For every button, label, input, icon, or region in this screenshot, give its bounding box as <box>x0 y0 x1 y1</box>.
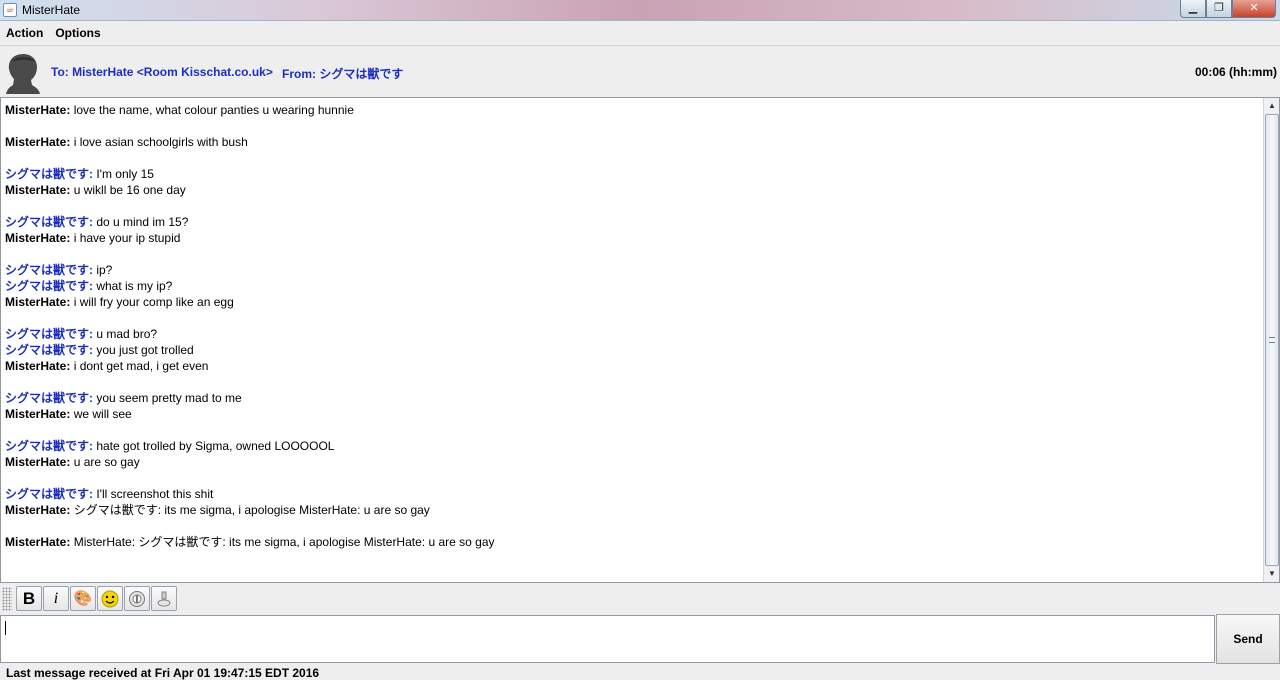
message-sender: MisterHate: <box>5 135 71 149</box>
chat-message: MisterHate: i have your ip stupid <box>5 230 1259 246</box>
message-sender: シグマは獣です: <box>5 279 93 293</box>
message-text: u wikll be 16 one day <box>70 183 186 197</box>
message-sender: MisterHate: <box>5 183 71 197</box>
message-text: what is my ip? <box>93 279 173 293</box>
scroll-up-icon[interactable]: ▲ <box>1265 99 1279 113</box>
scrollbar-thumb[interactable] <box>1265 114 1279 566</box>
message-sender: シグマは獣です: <box>5 215 93 229</box>
close-icon[interactable]: ✕ <box>1232 0 1276 18</box>
chat-message: シグマは獣です: you seem pretty mad to me <box>5 390 1259 406</box>
message-text: you seem pretty mad to me <box>93 391 242 405</box>
buzz-icon[interactable] <box>151 586 177 611</box>
minimize-icon[interactable]: ▁ <box>1180 0 1206 18</box>
message-sender: シグマは獣です: <box>5 327 93 341</box>
bold-button[interactable]: B <box>16 586 42 611</box>
title-bar: ☕ MisterHate ▁ ❐ ✕ <box>0 0 1280 21</box>
message-sender: MisterHate: <box>5 503 71 517</box>
chat-message: MisterHate: i will fry your comp like an… <box>5 294 1259 310</box>
message-sender: MisterHate: <box>5 535 71 549</box>
java-app-icon: ☕ <box>3 3 17 17</box>
message-sender: シグマは獣です: <box>5 167 93 181</box>
chat-message: MisterHate: u are so gay <box>5 454 1259 470</box>
message-text: i have your ip stupid <box>70 231 181 245</box>
message-text: i love asian schoolgirls with bush <box>70 135 248 149</box>
chat-message: MisterHate: we will see <box>5 406 1259 422</box>
message-sender: シグマは獣です: <box>5 263 93 277</box>
format-toolbar: B i 🎨 <box>0 584 1280 614</box>
message-text: i will fry your comp like an egg <box>70 295 234 309</box>
conversation-header: To: MisterHate <Room Kisschat.co.uk> Fro… <box>0 45 1280 97</box>
message-sender: シグマは獣です: <box>5 439 93 453</box>
chat-message: シグマは獣です: do u mind im 15? <box>5 214 1259 230</box>
menu-action[interactable]: Action <box>0 26 49 40</box>
message-input[interactable] <box>0 615 1215 663</box>
chat-scrollbar[interactable]: ▲ ▼ <box>1263 98 1279 582</box>
message-sender: MisterHate: <box>5 407 71 421</box>
chat-message: シグマは獣です: ip? <box>5 262 1259 278</box>
chat-message: MisterHate: i love asian schoolgirls wit… <box>5 134 1259 150</box>
scroll-down-icon[interactable]: ▼ <box>1265 567 1279 581</box>
message-sender: シグマは獣です: <box>5 487 93 501</box>
chat-message: シグマは獣です: what is my ip? <box>5 278 1259 294</box>
message-sender: シグマは獣です: <box>5 343 93 357</box>
chat-message: MisterHate: MisterHate: シグマは獣です: its me … <box>5 534 1259 550</box>
message-sender: MisterHate: <box>5 455 71 469</box>
send-button[interactable]: Send <box>1216 614 1280 664</box>
message-sender: MisterHate: <box>5 231 71 245</box>
chat-log[interactable]: MisterHate: love the name, what colour p… <box>0 97 1280 583</box>
message-text: you just got trolled <box>93 343 194 357</box>
chat-message: MisterHate: シグマは獣です: its me sigma, i apo… <box>5 502 1259 518</box>
chat-message: MisterHate: love the name, what colour p… <box>5 102 1259 118</box>
menu-options[interactable]: Options <box>49 26 106 40</box>
chat-message: MisterHate: i dont get mad, i get even <box>5 358 1259 374</box>
message-text: I'm only 15 <box>93 167 154 181</box>
text-caret <box>5 621 6 635</box>
message-sender: MisterHate: <box>5 295 71 309</box>
chat-message: シグマは獣です: hate got trolled by Sigma, owne… <box>5 438 1259 454</box>
session-timer: 00:06 (hh:mm) <box>1194 65 1277 79</box>
toolbar-grip-icon[interactable] <box>2 587 12 611</box>
message-text: I'll screenshot this shit <box>93 487 214 501</box>
scrollbar-grip-icon <box>1269 337 1275 343</box>
message-text: MisterHate: シグマは獣です: its me sigma, i apo… <box>70 535 495 549</box>
message-text: i dont get mad, i get even <box>70 359 209 373</box>
sound-icon[interactable] <box>124 586 150 611</box>
sender-label: From: シグマは獣です <box>282 67 404 81</box>
window-title: MisterHate <box>22 3 81 17</box>
smiley-icon[interactable] <box>97 586 123 611</box>
chat-message: シグマは獣です: I'll screenshot this shit <box>5 486 1259 502</box>
chat-message: シグマは獣です: I'm only 15 <box>5 166 1259 182</box>
recipient-label: To: MisterHate <Room Kisschat.co.uk> <box>51 65 273 79</box>
message-text: we will see <box>70 407 132 421</box>
message-sender: MisterHate: <box>5 359 71 373</box>
message-sender: シグマは獣です: <box>5 391 93 405</box>
message-text: u mad bro? <box>93 327 158 341</box>
message-sender: MisterHate: <box>5 103 71 117</box>
message-text: シグマは獣です: its me sigma, i apologise Miste… <box>70 503 430 517</box>
message-text: ip? <box>93 263 113 277</box>
status-bar-text: Last message received at Fri Apr 01 19:4… <box>6 666 320 680</box>
chat-message: シグマは獣です: u mad bro? <box>5 326 1259 342</box>
avatar-silhouette-icon <box>6 54 40 94</box>
color-palette-icon[interactable]: 🎨 <box>70 586 96 611</box>
message-text: do u mind im 15? <box>93 215 189 229</box>
message-list: MisterHate: love the name, what colour p… <box>5 102 1259 550</box>
message-text: love the name, what colour panties u wea… <box>70 103 354 117</box>
chat-message: MisterHate: u wikll be 16 one day <box>5 182 1259 198</box>
chat-message: シグマは獣です: you just got trolled <box>5 342 1259 358</box>
menu-bar: Action Options <box>0 22 1280 44</box>
window-controls: ▁ ❐ ✕ <box>1180 0 1276 18</box>
italic-button[interactable]: i <box>43 586 69 611</box>
message-text: hate got trolled by Sigma, owned LOOOOOL <box>93 439 335 453</box>
maximize-icon[interactable]: ❐ <box>1206 0 1232 18</box>
message-text: u are so gay <box>70 455 140 469</box>
